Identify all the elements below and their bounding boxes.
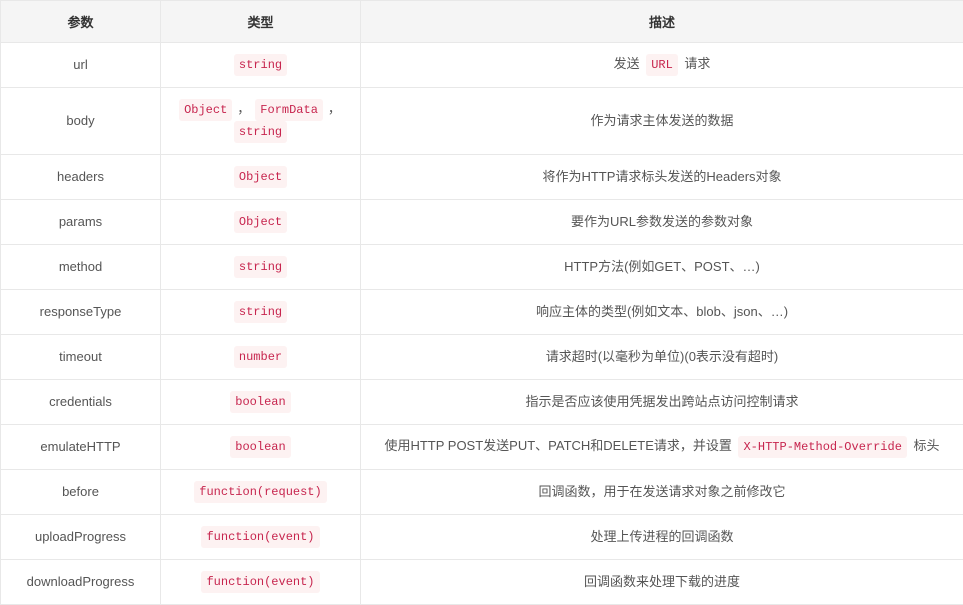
type-code: function(event) (201, 526, 319, 548)
type-cell: Object (161, 155, 361, 200)
type-cell: boolean (161, 425, 361, 470)
param-cell: downloadProgress (1, 560, 161, 605)
desc-text: 回调函数来处理下载的进度 (584, 574, 740, 589)
desc-text: 请求超时(以毫秒为单位)(0表示没有超时) (546, 349, 779, 364)
desc-text: 请求 (681, 56, 711, 71)
table-row: before function(request) 回调函数，用于在发送请求对象之前修… (1, 470, 963, 515)
desc-text: 响应主体的类型(例如文本、blob、json、…) (536, 304, 788, 319)
desc-cell: 回调函数，用于在发送请求对象之前修改它 (361, 470, 963, 515)
type-code: function(event) (201, 571, 319, 593)
desc-text: 作为请求主体发送的数据 (590, 113, 733, 128)
type-cell: number (161, 335, 361, 380)
type-cell: function(request) (161, 470, 361, 515)
desc-cell: 请求超时(以毫秒为单位)(0表示没有超时) (361, 335, 963, 380)
desc-code: X-HTTP-Method-Override (738, 436, 906, 458)
header-type: 类型 (161, 1, 361, 43)
desc-cell: 作为请求主体发送的数据 (361, 88, 963, 155)
type-code: string (234, 54, 287, 76)
desc-cell: 指示是否应该使用凭据发出跨站点访问控制请求 (361, 380, 963, 425)
param-cell: params (1, 200, 161, 245)
param-cell: headers (1, 155, 161, 200)
param-cell: url (1, 43, 161, 88)
type-code: FormData (255, 99, 323, 121)
desc-cell: 使用HTTP POST发送PUT、PATCH和DELETE请求，并设置 X-HT… (361, 425, 963, 470)
type-code: string (234, 256, 287, 278)
param-cell: credentials (1, 380, 161, 425)
type-code: string (234, 121, 287, 143)
type-code: function(request) (194, 481, 326, 503)
type-code: Object (179, 99, 232, 121)
param-cell: responseType (1, 290, 161, 335)
param-cell: timeout (1, 335, 161, 380)
desc-cell: 发送 URL 请求 (361, 43, 963, 88)
desc-cell: 回调函数来处理下载的进度 (361, 560, 963, 605)
type-cell: string (161, 245, 361, 290)
type-cell: Object (161, 200, 361, 245)
type-cell: boolean (161, 380, 361, 425)
type-code: Object (234, 166, 287, 188)
desc-text: 使用HTTP POST发送PUT、PATCH和DELETE请求，并设置 (384, 438, 735, 453)
api-params-table: 参数 类型 描述 url string 发送 URL 请求 body Object ， Fo… (0, 0, 963, 605)
desc-cell: 处理上传进程的回调函数 (361, 515, 963, 560)
table-row: emulateHTTP boolean 使用HTTP POST发送PUT、PATCH… (1, 425, 963, 470)
desc-cell: 响应主体的类型(例如文本、blob、json、…) (361, 290, 963, 335)
desc-text: 处理上传进程的回调函数 (590, 529, 733, 544)
header-param: 参数 (1, 1, 161, 43)
desc-text: 指示是否应该使用凭据发出跨站点访问控制请求 (525, 394, 798, 409)
desc-text: 回调函数，用于在发送请求对象之前修改它 (538, 484, 785, 499)
table-row: params Object 要作为URL参数发送的参数对象 (1, 200, 963, 245)
table-row: uploadProgress function(event) 处理上传进程的回调函数 (1, 515, 963, 560)
type-separator: ， (328, 101, 341, 116)
param-cell: uploadProgress (1, 515, 161, 560)
type-cell: Object ， FormData ， string (161, 88, 361, 155)
type-code: boolean (230, 436, 290, 458)
desc-text: 将作为HTTP请求标头发送的Headers对象 (542, 169, 781, 184)
table-row: credentials boolean 指示是否应该使用凭据发出跨站点访问控制请求 (1, 380, 963, 425)
type-cell: string (161, 43, 361, 88)
desc-text: 标头 (910, 438, 940, 453)
table-row: responseType string 响应主体的类型(例如文本、blob、json… (1, 290, 963, 335)
table-row: downloadProgress function(event) 回调函数来处理下载… (1, 560, 963, 605)
type-cell: string (161, 290, 361, 335)
type-separator: ， (237, 101, 250, 116)
type-code: number (234, 346, 287, 368)
param-cell: emulateHTTP (1, 425, 161, 470)
type-cell: function(event) (161, 515, 361, 560)
table-row: method string HTTP方法(例如GET、POST、…) (1, 245, 963, 290)
type-cell: function(event) (161, 560, 361, 605)
table-header-row: 参数 类型 描述 (1, 1, 963, 43)
param-cell: before (1, 470, 161, 515)
desc-cell: HTTP方法(例如GET、POST、…) (361, 245, 963, 290)
desc-text: 要作为URL参数发送的参数对象 (571, 214, 753, 229)
table-row: url string 发送 URL 请求 (1, 43, 963, 88)
type-code: string (234, 301, 287, 323)
desc-code: URL (646, 54, 678, 76)
table-row: timeout number 请求超时(以毫秒为单位)(0表示没有超时) (1, 335, 963, 380)
desc-text: HTTP方法(例如GET、POST、…) (564, 259, 760, 274)
desc-text: 发送 (614, 56, 644, 71)
table-row: headers Object 将作为HTTP请求标头发送的Headers对象 (1, 155, 963, 200)
type-code: boolean (230, 391, 290, 413)
header-desc: 描述 (361, 1, 963, 43)
desc-cell: 将作为HTTP请求标头发送的Headers对象 (361, 155, 963, 200)
param-cell: method (1, 245, 161, 290)
table-row: body Object ， FormData ， string 作为请求主体发送的数据 (1, 88, 963, 155)
type-code: Object (234, 211, 287, 233)
param-cell: body (1, 88, 161, 155)
desc-cell: 要作为URL参数发送的参数对象 (361, 200, 963, 245)
